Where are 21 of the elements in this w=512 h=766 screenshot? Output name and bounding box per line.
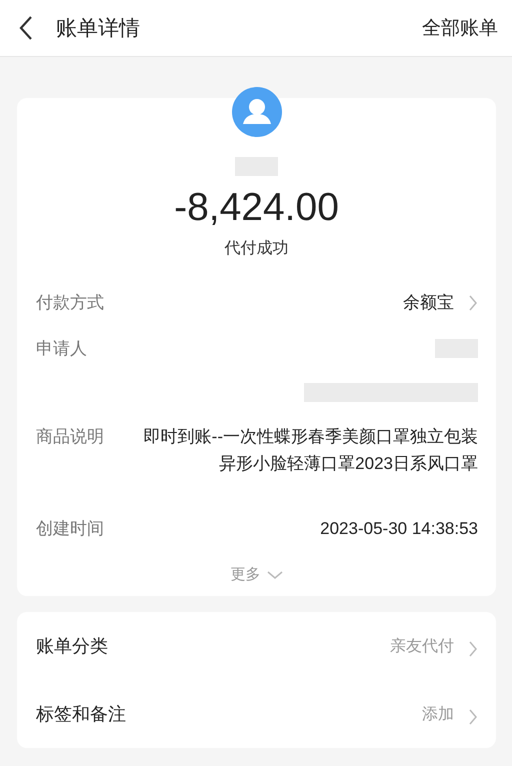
page-title: 账单详情 — [56, 16, 141, 42]
settings-value: 添加 — [422, 704, 454, 724]
detail-value: 2023-05-30 14:38:53 — [319, 518, 478, 540]
detail-value: 余额宝 — [402, 292, 454, 314]
chevron-right-icon — [468, 641, 478, 657]
payment-status: 代付成功 — [224, 238, 288, 259]
settings-label: 标签和备注 — [36, 703, 127, 726]
all-bills-link[interactable]: 全部账单 — [422, 15, 498, 41]
settings-row[interactable]: 账单分类 亲友代付 — [17, 612, 496, 680]
detail-label: 商品说明 — [36, 426, 105, 448]
detail-label: 申请人 — [36, 338, 88, 360]
settings-row[interactable]: 标签和备注 添加 — [17, 680, 496, 748]
chevron-right-icon — [468, 709, 478, 725]
settings-value: 亲友代付 — [390, 636, 454, 656]
detail-value: 即时到账--一次性蝶形春季美颜口罩独立包装异形小脸轻薄口罩2023日系风口罩 — [142, 426, 478, 475]
detail-label: 创建时间 — [36, 518, 105, 540]
chevron-down-icon — [266, 570, 282, 580]
amount: -8,424.00 — [174, 185, 339, 231]
back-icon[interactable] — [18, 15, 34, 41]
settings-label: 账单分类 — [36, 635, 109, 658]
detail-label: 付款方式 — [36, 292, 105, 314]
